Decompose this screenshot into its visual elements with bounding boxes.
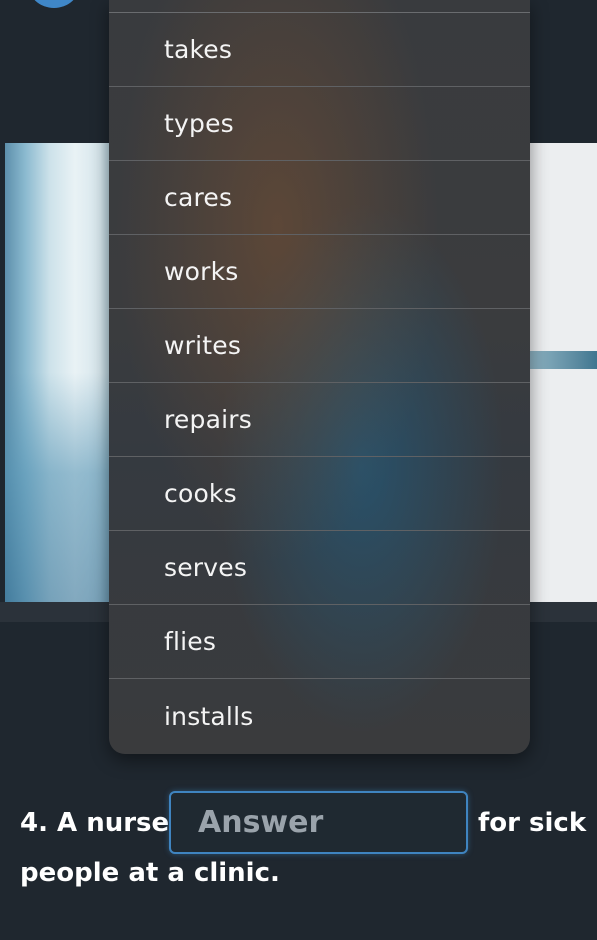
question-line2: people at a clinic. [20,858,280,888]
option-repairs[interactable]: repairs [109,383,530,457]
answer-placeholder: Answer [198,805,324,840]
option-works[interactable]: works [109,235,530,309]
option-cares[interactable]: cares [109,161,530,235]
word-dropdown-menu[interactable]: takes types cares works writes repairs c… [109,0,530,754]
avatar [28,0,80,8]
option-types[interactable]: types [109,87,530,161]
option-writes[interactable]: writes [109,309,530,383]
option-flies[interactable]: flies [109,605,530,679]
option-serves[interactable]: serves [109,531,530,605]
question-prefix: 4. A nurse [20,808,170,838]
option-takes[interactable]: takes [109,13,530,87]
dropdown-top-divider [109,0,530,13]
option-cooks[interactable]: cooks [109,457,530,531]
question-suffix: for sick [478,808,587,838]
answer-select[interactable]: Answer [169,791,468,854]
option-installs[interactable]: installs [109,679,530,753]
